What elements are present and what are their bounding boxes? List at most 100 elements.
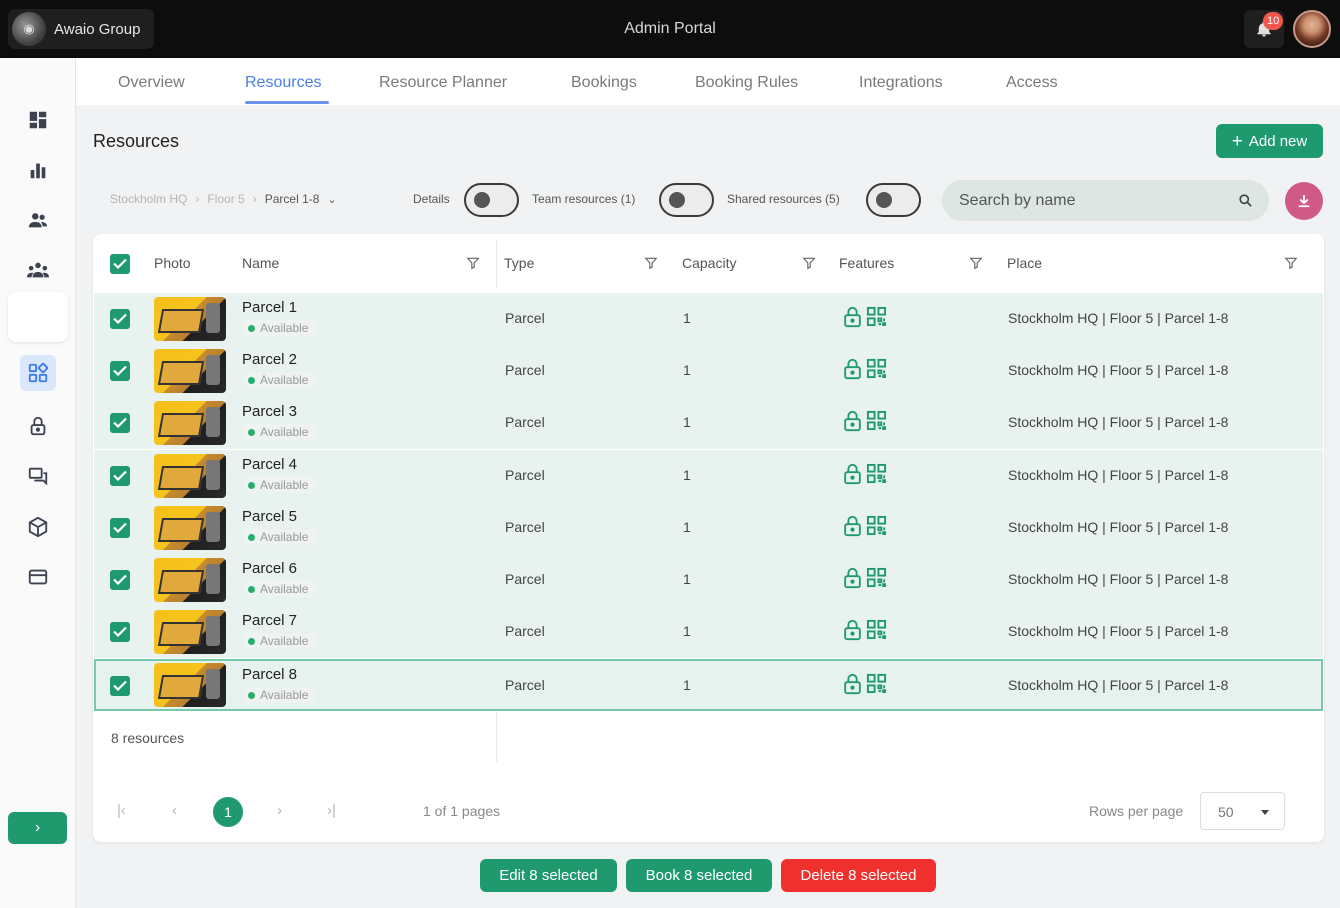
user-avatar[interactable]: [1293, 10, 1331, 48]
status-text: Available: [260, 530, 309, 544]
org-switcher[interactable]: ◉ Awaio Group: [8, 9, 154, 49]
resource-name[interactable]: Parcel 3: [242, 403, 297, 420]
resource-name[interactable]: Parcel 8: [242, 666, 297, 683]
bar-chart-icon[interactable]: [22, 154, 54, 186]
resource-place: Stockholm HQ | Floor 5 | Parcel 1-8: [1008, 310, 1229, 326]
status-text: Available: [260, 478, 309, 492]
row-checkbox[interactable]: [110, 466, 130, 486]
package-icon[interactable]: [22, 511, 54, 543]
shared-resources-toggle-label: Shared resources (5): [727, 192, 840, 206]
qr-code-icon: [866, 410, 887, 431]
filter-icon[interactable]: [802, 256, 816, 270]
tab-bookings[interactable]: Bookings: [571, 74, 637, 92]
resource-place: Stockholm HQ | Floor 5 | Parcel 1-8: [1008, 519, 1229, 535]
lock-feature-icon: [844, 515, 861, 537]
resource-name[interactable]: Parcel 6: [242, 560, 297, 577]
row-checkbox[interactable]: [110, 676, 130, 696]
card-icon[interactable]: [22, 561, 54, 593]
status-badge: Available: [244, 633, 317, 649]
filter-icon[interactable]: [1284, 256, 1298, 270]
filter-icon[interactable]: [969, 256, 983, 270]
lock-feature-icon: [844, 410, 861, 432]
shared-resources-toggle[interactable]: [866, 183, 921, 217]
filter-icon[interactable]: [644, 256, 658, 270]
delete-selected-button[interactable]: Delete 8 selected: [781, 859, 936, 892]
expand-sidebar-button[interactable]: ›: [8, 812, 67, 844]
first-page-icon[interactable]: |‹: [117, 802, 126, 819]
breadcrumb-floor[interactable]: Floor 5: [207, 192, 244, 206]
resource-photo: [154, 401, 226, 445]
prev-page-icon[interactable]: ‹: [172, 802, 177, 819]
resource-name[interactable]: Parcel 5: [242, 508, 297, 525]
row-checkbox[interactable]: [110, 622, 130, 642]
edit-selected-button[interactable]: Edit 8 selected: [480, 859, 617, 892]
breadcrumb-building[interactable]: Stockholm HQ: [110, 192, 187, 206]
row-checkbox[interactable]: [110, 413, 130, 433]
resource-type: Parcel: [505, 623, 545, 639]
filter-icon[interactable]: [466, 256, 480, 270]
column-header-place[interactable]: Place: [1007, 255, 1042, 271]
status-text: Available: [260, 582, 309, 596]
resources-icon[interactable]: [20, 355, 56, 391]
column-header-type[interactable]: Type: [504, 255, 534, 271]
resource-name[interactable]: Parcel 1: [242, 299, 297, 316]
details-toggle[interactable]: [464, 183, 519, 217]
last-page-icon[interactable]: ›|: [327, 802, 336, 819]
next-page-icon[interactable]: ›: [277, 802, 282, 819]
row-checkbox[interactable]: [110, 361, 130, 381]
tab-overview[interactable]: Overview: [118, 74, 185, 92]
select-all-checkbox[interactable]: [110, 254, 130, 274]
tab-access[interactable]: Access: [1006, 74, 1058, 92]
chat-icon[interactable]: [22, 460, 54, 492]
status-dot-icon: [248, 691, 255, 699]
search-input[interactable]: Search by name: [942, 180, 1269, 221]
qr-code-icon: [866, 567, 887, 588]
download-button[interactable]: [1285, 182, 1323, 220]
row-checkbox[interactable]: [110, 570, 130, 590]
resource-type: Parcel: [505, 310, 545, 326]
team-resources-toggle[interactable]: [659, 183, 714, 217]
breadcrumb-current[interactable]: Parcel 1-8: [265, 192, 320, 206]
lock-feature-icon: [844, 567, 861, 589]
current-page-button[interactable]: 1: [213, 797, 243, 827]
add-new-button[interactable]: + Add new: [1216, 124, 1323, 158]
resource-place: Stockholm HQ | Floor 5 | Parcel 1-8: [1008, 623, 1229, 639]
resource-photo: [154, 297, 226, 341]
row-checkbox[interactable]: [110, 518, 130, 538]
resource-name[interactable]: Parcel 7: [242, 612, 297, 629]
resource-name[interactable]: Parcel 4: [242, 456, 297, 473]
status-badge: Available: [244, 581, 317, 597]
page-title: Resources: [93, 131, 180, 151]
features-cell: [843, 358, 887, 380]
lock-icon[interactable]: [22, 410, 54, 442]
tab-resources[interactable]: Resources: [245, 74, 321, 92]
users-icon[interactable]: [22, 204, 54, 236]
resource-type: Parcel: [505, 362, 545, 378]
tab-resource-planner[interactable]: Resource Planner: [379, 74, 507, 92]
column-header-features[interactable]: Features: [839, 255, 894, 271]
chevron-down-icon[interactable]: ⌄: [327, 193, 336, 206]
qr-code-icon: [866, 306, 887, 327]
dashboard-icon[interactable]: [22, 104, 54, 136]
resource-place: Stockholm HQ | Floor 5 | Parcel 1-8: [1008, 571, 1229, 587]
tab-integrations[interactable]: Integrations: [859, 74, 943, 92]
resource-photo: [154, 506, 226, 550]
rows-per-page-select[interactable]: 50: [1200, 792, 1285, 830]
teams-icon[interactable]: [22, 254, 54, 286]
resource-photo: [154, 349, 226, 393]
status-badge: Available: [244, 687, 317, 703]
column-header-capacity[interactable]: Capacity: [682, 255, 736, 271]
features-cell: [843, 515, 887, 537]
status-dot-icon: [248, 428, 255, 436]
top-bar: [0, 0, 1340, 58]
book-selected-button[interactable]: Book 8 selected: [626, 859, 772, 892]
tab-booking-rules[interactable]: Booking Rules: [695, 74, 798, 92]
column-header-name[interactable]: Name: [242, 255, 279, 271]
add-new-label: Add new: [1248, 132, 1308, 150]
resource-type: Parcel: [505, 677, 545, 693]
resource-name[interactable]: Parcel 2: [242, 351, 297, 368]
qr-code-icon: [866, 673, 887, 694]
resource-capacity: 1: [683, 362, 691, 378]
row-checkbox[interactable]: [110, 309, 130, 329]
sidebar-active-item: [8, 292, 68, 342]
